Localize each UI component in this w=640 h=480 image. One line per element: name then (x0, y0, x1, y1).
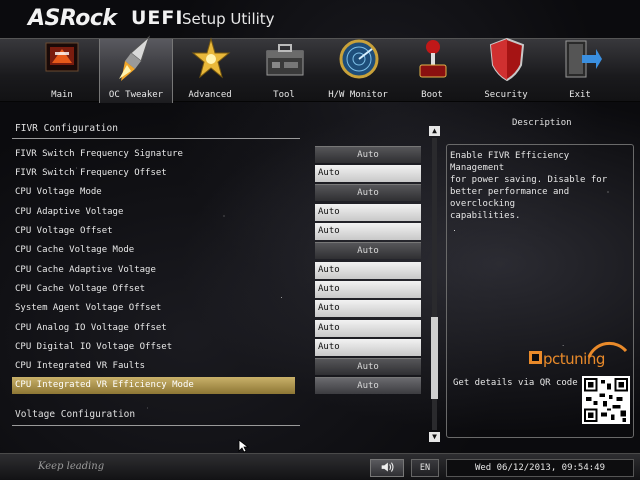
setting-row[interactable]: FIVR Switch Frequency Signature Auto (12, 146, 422, 163)
tab-main-label: Main (51, 90, 73, 100)
tab-exit[interactable]: Exit (543, 39, 617, 103)
setting-row[interactable]: CPU Integrated VR Efficiency Mode Auto (12, 377, 422, 394)
brand-logo: ASRock (28, 6, 117, 31)
section-title-voltage[interactable]: Voltage Configuration (15, 409, 135, 420)
setting-value-dropdown[interactable]: Auto (315, 377, 421, 394)
setting-value-field[interactable]: Auto (315, 262, 421, 279)
setting-label: CPU Cache Voltage Mode (15, 245, 135, 255)
tab-boot-label: Boot (421, 90, 443, 100)
tab-security-label: Security (484, 90, 528, 100)
tab-oc-tweaker-label: OC Tweaker (108, 90, 164, 100)
tab-advanced-label: Advanced (188, 90, 232, 100)
setting-value-field[interactable]: Auto (315, 165, 421, 182)
scroll-up-arrow-icon[interactable]: ▲ (429, 126, 440, 136)
setting-label: CPU Integrated VR Efficiency Mode (15, 380, 194, 390)
setting-row[interactable]: CPU Cache Voltage Offset Auto (12, 281, 422, 298)
scroll-thumb[interactable] (431, 317, 438, 399)
setting-row[interactable]: CPU Voltage Offset Auto (12, 223, 422, 240)
setting-row[interactable]: System Agent Voltage Offset Auto (12, 300, 422, 317)
setting-row[interactable]: CPU Cache Adaptive Voltage Auto (12, 262, 422, 279)
datetime-display: Wed 06/12/2013, 09:54:49 (446, 459, 634, 477)
product-subtitle: Setup Utility (182, 10, 275, 28)
watermark-text: pctuning (543, 350, 605, 368)
radar-icon (339, 39, 379, 79)
tab-advanced[interactable]: Advanced (173, 37, 247, 103)
tab-tool-label: Tool (273, 90, 295, 100)
setting-value-field[interactable]: Auto (315, 339, 421, 356)
main-board-icon (45, 42, 79, 72)
setting-value-field[interactable]: Auto (315, 300, 421, 317)
product-name: UEFI (131, 7, 184, 29)
setting-label: CPU Digital IO Voltage Offset (15, 342, 173, 352)
star-burst-icon (191, 37, 231, 79)
header-bar: ASRock UEFI Setup Utility (0, 0, 640, 38)
footer-slogan: Keep leading (38, 461, 105, 472)
setting-row[interactable]: CPU Voltage Mode Auto (12, 184, 422, 201)
setting-row[interactable]: CPU Integrated VR Faults Auto (12, 358, 422, 375)
setting-value-field[interactable]: Auto (315, 320, 421, 337)
setting-label: CPU Voltage Offset (15, 226, 113, 236)
main-nav: Main OC Tweaker Advanced Tool H/W Monito… (0, 35, 640, 103)
setting-row[interactable]: CPU Analog IO Voltage Offset Auto (12, 320, 422, 337)
footer-bar: Keep leading EN Wed 06/12/2013, 09:54:49 (0, 453, 640, 480)
setting-label: FIVR Switch Frequency Signature (15, 149, 183, 159)
tab-hw-monitor-label: H/W Monitor (328, 90, 388, 100)
language-button[interactable]: EN (411, 459, 439, 477)
setting-label: FIVR Switch Frequency Offset (15, 168, 167, 178)
settings-scrollbar[interactable]: ▲ ▼ (428, 126, 441, 442)
setting-row[interactable]: CPU Cache Voltage Mode Auto (12, 242, 422, 259)
setting-value-dropdown[interactable]: Auto (315, 358, 421, 375)
tab-exit-label: Exit (569, 90, 591, 100)
qr-label: Get details via QR code (453, 378, 578, 388)
scroll-down-arrow-icon[interactable]: ▼ (429, 432, 440, 442)
setting-value-dropdown[interactable]: Auto (315, 184, 421, 201)
tab-oc-tweaker[interactable]: OC Tweaker (99, 35, 173, 103)
tab-hw-monitor[interactable]: H/W Monitor (321, 39, 395, 103)
setting-value-dropdown[interactable]: Auto (315, 146, 421, 163)
shield-icon (489, 37, 525, 82)
setting-label: CPU Analog IO Voltage Offset (15, 323, 167, 333)
exit-door-icon (565, 40, 602, 78)
mouse-cursor-icon (238, 439, 250, 453)
setting-value-field[interactable]: Auto (315, 281, 421, 298)
setting-row[interactable]: CPU Digital IO Voltage Offset Auto (12, 339, 422, 356)
section-divider (12, 138, 300, 139)
sound-toggle-button[interactable] (370, 459, 404, 477)
section-divider (12, 425, 300, 426)
setting-label: CPU Voltage Mode (15, 187, 102, 197)
setting-row[interactable]: FIVR Switch Frequency Offset Auto (12, 165, 422, 182)
joystick-icon (419, 40, 447, 78)
setting-label: CPU Cache Voltage Offset (15, 284, 146, 294)
description-text: Enable FIVR Efficiency Management for po… (450, 151, 608, 221)
setting-label: CPU Integrated VR Faults (15, 361, 146, 371)
speaker-icon (381, 462, 394, 472)
toolbox-icon (266, 44, 304, 76)
section-title-fivr: FIVR Configuration (15, 123, 118, 134)
setting-value-dropdown[interactable]: Auto (315, 242, 421, 259)
setting-row[interactable]: CPU Adaptive Voltage Auto (12, 204, 422, 221)
setting-value-field[interactable]: Auto (315, 204, 421, 221)
setting-label: CPU Adaptive Voltage (15, 207, 124, 217)
tab-main[interactable]: Main (25, 39, 99, 103)
tab-tool[interactable]: Tool (247, 39, 321, 103)
tab-boot[interactable]: Boot (395, 39, 469, 103)
tab-security[interactable]: Security (469, 37, 543, 103)
setting-value-field[interactable]: Auto (315, 223, 421, 240)
setting-label: System Agent Voltage Offset (15, 303, 162, 313)
setting-label: CPU Cache Adaptive Voltage (15, 265, 156, 275)
description-title: Description (512, 118, 572, 128)
rocket-icon (119, 35, 151, 81)
qr-code-icon[interactable] (582, 376, 630, 424)
